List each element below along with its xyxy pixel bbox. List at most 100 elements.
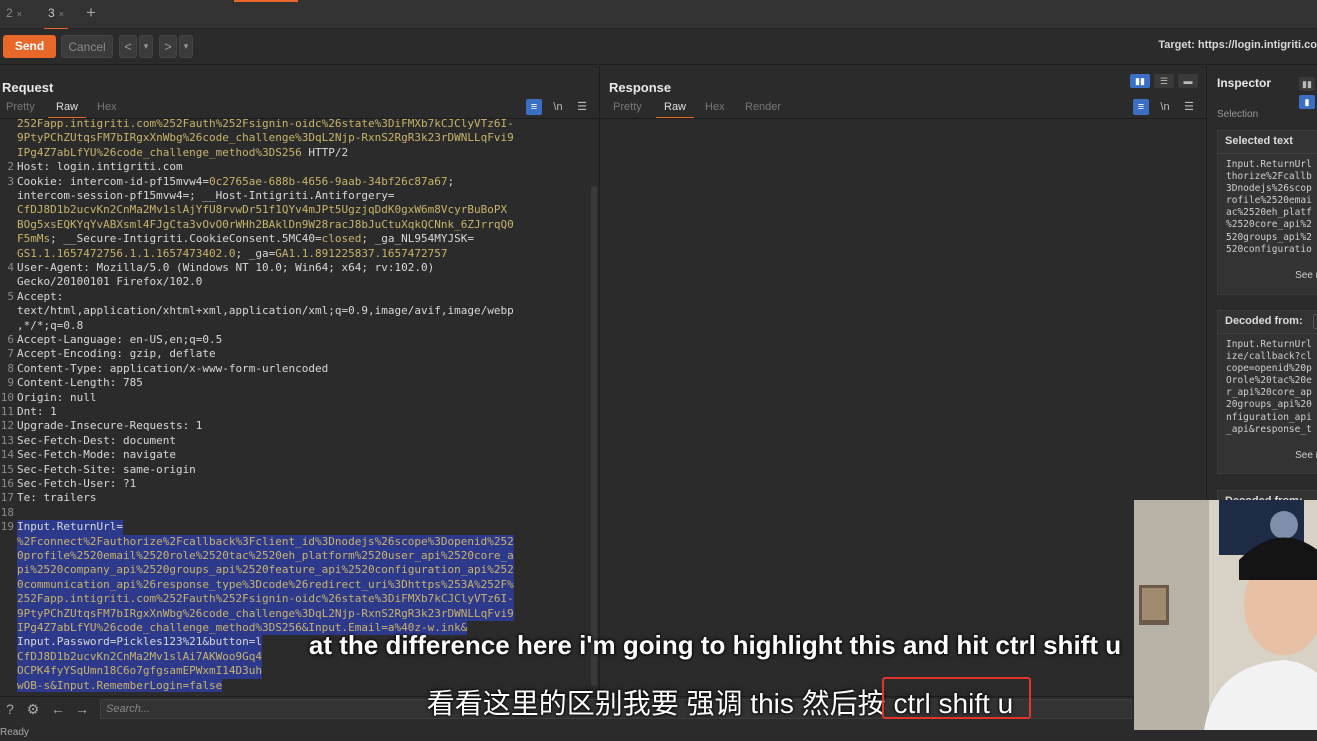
inspector-title: Inspector bbox=[1217, 76, 1272, 90]
request-line[interactable]: pi%2520company_api%2520groups_api%2520fe… bbox=[17, 563, 514, 578]
request-line[interactable]: text/html,application/xhtml+xml,applicat… bbox=[17, 304, 514, 318]
request-line[interactable]: CfDJ8D1b2ucvKn2CnMa2Mv1slAi7AKWoo9Gq4 bbox=[17, 649, 263, 665]
request-line[interactable]: Dnt: 1 bbox=[17, 405, 57, 419]
request-line[interactable]: Te: trailers bbox=[17, 491, 96, 505]
layout-tabs-icon[interactable]: ▬ bbox=[1178, 74, 1198, 88]
request-line[interactable]: Content-Length: 785 bbox=[17, 376, 143, 390]
code-token: Content-Length: 785 bbox=[17, 376, 143, 390]
target-host[interactable]: Target: https://login.intigriti.co bbox=[1158, 39, 1317, 51]
settings-gear-icon[interactable]: ⚙ bbox=[23, 699, 43, 719]
back-history-dropdown-icon[interactable]: ▾ bbox=[139, 35, 153, 58]
word-wrap-icon[interactable]: ≡ bbox=[526, 99, 542, 115]
layout-side-by-side-icon[interactable]: ▮▮ bbox=[1130, 74, 1150, 88]
line-number: 9 bbox=[7, 376, 14, 390]
request-line[interactable]: wOB-s&Input.RememberLogin=false bbox=[17, 678, 223, 692]
cancel-button[interactable]: Cancel bbox=[61, 35, 113, 58]
request-line[interactable]: 252Fapp.intigriti.com%252Fauth%252Fsigni… bbox=[17, 117, 514, 131]
request-line[interactable]: CfDJ8D1b2ucvKn2CnMa2Mv1slAjYfU8rvwDr51f1… bbox=[17, 203, 507, 217]
send-button[interactable]: Send bbox=[3, 35, 56, 58]
request-line[interactable]: User-Agent: Mozilla/5.0 (Windows NT 10.0… bbox=[17, 261, 434, 275]
tab-raw[interactable]: Raw bbox=[655, 101, 695, 119]
request-line[interactable]: Accept-Language: en-US,en;q=0.5 bbox=[17, 333, 222, 347]
request-line[interactable]: %2Fconnect%2Fauthorize%2Fcallback%3Fclie… bbox=[17, 534, 514, 549]
decoded-from-section[interactable]: Decoded from: U Input.ReturnUrl ize/call… bbox=[1217, 310, 1317, 474]
code-token: Sec-Fetch-Mode: navigate bbox=[17, 448, 176, 462]
request-line[interactable]: BOg5xsEQKYqYvABXsml4FJgCta3vOvO0rWHh2BAk… bbox=[17, 218, 514, 232]
line-number: 2 bbox=[7, 160, 14, 174]
request-line[interactable]: 9PtyPChZUtqsFM7bIRgxXnWbg%26code_challen… bbox=[17, 606, 514, 621]
request-line[interactable]: Accept: bbox=[17, 290, 63, 304]
word-wrap-icon[interactable]: ≡ bbox=[1133, 99, 1149, 115]
request-line[interactable]: 252Fapp.intigriti.com%252Fauth%252Fsigni… bbox=[17, 592, 514, 607]
layout-stacked-icon[interactable]: ☰ bbox=[1154, 74, 1174, 88]
code-token: GA1.1.891225837.1657472757 bbox=[275, 246, 448, 260]
scrollbar[interactable] bbox=[591, 186, 597, 686]
request-line[interactable]: Content-Type: application/x-www-form-url… bbox=[17, 362, 328, 376]
response-editor[interactable] bbox=[601, 119, 1207, 694]
request-editor[interactable]: 252Fapp.intigriti.com%252Fauth%252Fsigni… bbox=[0, 117, 585, 692]
request-line[interactable]: Host: login.intigriti.com bbox=[17, 160, 183, 174]
tab-hex[interactable]: Hex bbox=[705, 101, 725, 113]
request-line[interactable]: Gecko/20100101 Firefox/102.0 bbox=[17, 275, 202, 289]
tab-render[interactable]: Render bbox=[745, 101, 781, 113]
response-pane: Response ▮▮ ☰ ▬ Pretty Raw Hex Render ≡ \n… bbox=[601, 66, 1207, 696]
request-line[interactable]: F5mMs; __Secure-Intigriti.CookieConsent.… bbox=[17, 232, 474, 246]
tab-close-icon[interactable]: × bbox=[17, 9, 22, 19]
request-line[interactable]: GS1.1.1657472756.1.1.1657473402.0; _ga=G… bbox=[17, 247, 447, 261]
options-menu-icon[interactable]: ☰ bbox=[1181, 99, 1197, 115]
request-line[interactable]: Upgrade-Insecure-Requests: 1 bbox=[17, 419, 202, 433]
options-menu-icon[interactable]: ☰ bbox=[574, 99, 590, 115]
line-number: 14 bbox=[0, 448, 14, 462]
inspector-layout-icon[interactable]: ▮▮ bbox=[1299, 77, 1315, 91]
request-line[interactable]: Input.ReturnUrl= bbox=[17, 520, 123, 535]
code-token: 9PtyPChZUtqsFM7bIRgxXnWbg%26code_challen… bbox=[17, 131, 514, 145]
section-header: Decoded from: bbox=[1225, 315, 1303, 327]
previous-match-icon[interactable]: ← bbox=[48, 699, 68, 719]
see-more-link[interactable]: See m bbox=[1295, 270, 1317, 281]
selected-text-section[interactable]: Selected text Input.ReturnUrl thorize%2F… bbox=[1217, 130, 1317, 295]
request-line[interactable]: OCPK4fyYSqUmn18C6o7gfgsamEPWxmI14D3uh bbox=[17, 664, 263, 679]
line-number: 11 bbox=[0, 405, 14, 418]
request-line[interactable]: 0communication_api%26response_type%3Dcod… bbox=[17, 577, 514, 593]
inspector-layout-active-icon[interactable]: ▮ bbox=[1299, 95, 1315, 109]
tab-3[interactable]: 3 × bbox=[44, 6, 68, 30]
new-tab-plus-icon[interactable]: + bbox=[86, 3, 96, 23]
request-line[interactable]: Sec-Fetch-Dest: document bbox=[17, 434, 176, 448]
request-line[interactable]: Cookie: intercom-id-pf15mvw4=0c2765ae-68… bbox=[17, 175, 454, 189]
request-line[interactable]: Accept-Encoding: gzip, deflate bbox=[17, 347, 216, 361]
next-match-icon[interactable]: → bbox=[72, 699, 92, 719]
forward-arrow-icon[interactable]: > bbox=[159, 35, 177, 58]
request-line[interactable]: Input.Password=Pickles123%21&button=l bbox=[17, 635, 263, 650]
tab-strip: 2 × 3 × + bbox=[0, 0, 1317, 30]
request-line[interactable]: 9PtyPChZUtqsFM7bIRgxXnWbg%26code_challen… bbox=[17, 131, 514, 145]
status-bar: Ready bbox=[0, 723, 1317, 741]
request-line[interactable]: 0profile%2520email%2520role%2520tac%2520… bbox=[17, 549, 514, 564]
tab-close-icon[interactable]: × bbox=[59, 9, 64, 19]
request-line[interactable]: IPg4Z7abLfYU%26code_challenge_method%3DS… bbox=[17, 146, 348, 160]
show-newlines-icon[interactable]: \n bbox=[1157, 99, 1173, 115]
show-newlines-icon[interactable]: \n bbox=[550, 99, 566, 115]
request-line[interactable]: Origin: null bbox=[17, 391, 96, 405]
tab-label: 2 bbox=[6, 6, 13, 20]
see-more-link[interactable]: See m bbox=[1295, 450, 1317, 461]
back-arrow-icon[interactable]: < bbox=[119, 35, 137, 58]
tab-2[interactable]: 2 × bbox=[6, 6, 22, 26]
tab-pretty[interactable]: Pretty bbox=[613, 101, 642, 113]
request-line[interactable]: ,*/*;q=0.8 bbox=[17, 319, 83, 333]
request-line[interactable]: Sec-Fetch-User: ?1 bbox=[17, 477, 136, 491]
line-number: 5 bbox=[7, 289, 14, 303]
request-line[interactable]: Sec-Fetch-Mode: navigate bbox=[17, 448, 176, 462]
forward-history-dropdown-icon[interactable]: ▾ bbox=[179, 35, 193, 58]
line-number: 17 bbox=[0, 491, 14, 505]
tab-pretty[interactable]: Pretty bbox=[6, 101, 35, 113]
tab-raw[interactable]: Raw bbox=[47, 101, 87, 119]
code-token: Content-Type: application/x-www-form-url… bbox=[17, 361, 329, 375]
request-line[interactable]: intercom-session-pf15mvw4=; __Host-Intig… bbox=[17, 189, 395, 203]
request-title: Request bbox=[2, 80, 54, 95]
decoding-type-dropdown[interactable]: U bbox=[1313, 314, 1317, 329]
code-token: 252Fapp.intigriti.com%252Fauth%252Fsigni… bbox=[17, 592, 514, 606]
request-line[interactable]: Sec-Fetch-Site: same-origin bbox=[17, 463, 196, 477]
help-icon[interactable]: ? bbox=[0, 699, 20, 719]
divider bbox=[1218, 153, 1317, 154]
tab-hex[interactable]: Hex bbox=[97, 101, 117, 113]
